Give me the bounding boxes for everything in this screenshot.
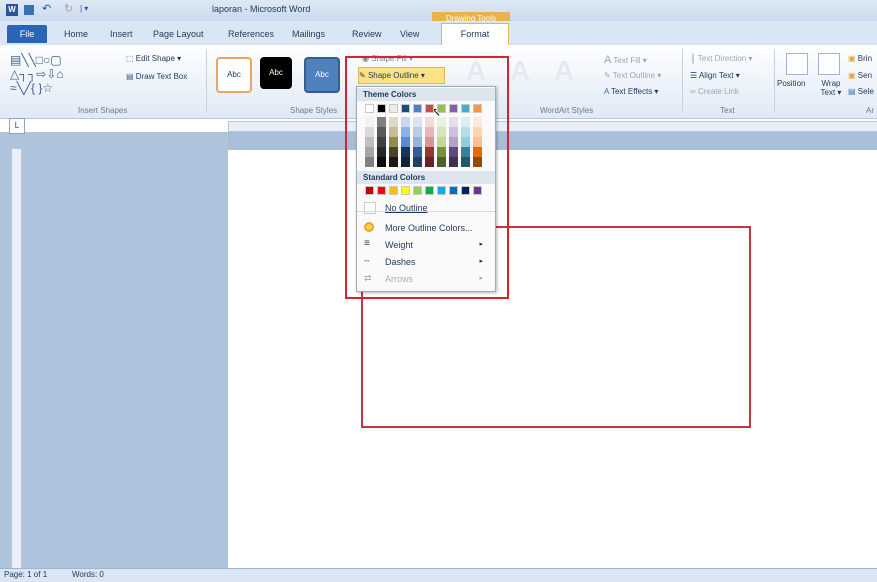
annotation-highlight-box (345, 56, 509, 299)
shapes-gallery[interactable]: ▤╲╲□○▢ △┐┐⇨⇩⌂ ≈╲╱{ }☆ (10, 53, 118, 97)
shape-style-sample-1[interactable]: Abc (216, 57, 252, 93)
undo-icon[interactable]: ↶ (42, 2, 51, 15)
tab-view[interactable]: View (400, 25, 419, 43)
horizontal-ruler[interactable] (228, 121, 877, 132)
edit-shape-icon: ⬚ (126, 54, 134, 63)
word-icon[interactable]: W (6, 4, 18, 16)
text-effects-icon: A (604, 87, 609, 96)
tab-file[interactable]: File (7, 25, 47, 43)
wordart-styles-label: WordArt Styles (540, 106, 594, 115)
link-icon: ∞ (690, 87, 696, 96)
position-button[interactable]: Position (777, 79, 805, 88)
text-box-icon: ▤ (126, 72, 134, 81)
send-backward-icon: ▣ (848, 71, 856, 80)
tab-format[interactable]: Format (441, 23, 509, 46)
wrap-text-icon (818, 53, 840, 75)
wordart-sample-3-icon[interactable]: A (554, 55, 574, 87)
draw-text-box-button[interactable]: ▤ Draw Text Box (126, 72, 187, 81)
word-count[interactable]: Words: 0 (72, 570, 104, 579)
text-effects-button[interactable]: A Text Effects ▾ (604, 87, 658, 96)
ribbon-tab-bar: File Home Insert Page Layout References … (0, 21, 877, 46)
group-divider (206, 49, 207, 113)
tab-home[interactable]: Home (64, 25, 88, 43)
shape-style-sample-3[interactable]: Abc (304, 57, 340, 93)
arrange-group-label: Ar (866, 106, 874, 115)
edit-shape-button[interactable]: ⬚ Edit Shape ▾ (126, 54, 181, 63)
group-divider (774, 49, 775, 113)
tab-references[interactable]: References (228, 25, 274, 43)
tab-page-layout[interactable]: Page Layout (153, 25, 204, 43)
shape-icons-row3: ≈╲╱{ }☆ (10, 81, 54, 95)
text-fill-button[interactable]: A Text Fill ▾ (604, 54, 647, 66)
text-fill-icon: A (604, 54, 612, 66)
redo-icon[interactable]: ↻ (64, 2, 73, 15)
status-bar: Page: 1 of 1 Words: 0 (0, 568, 877, 582)
save-icon[interactable] (24, 5, 34, 15)
shape-style-sample-2[interactable]: Abc (260, 57, 292, 89)
align-text-button[interactable]: ☰ Align Text ▾ (690, 71, 740, 80)
text-group-label: Text (720, 106, 735, 115)
document-margin-area (0, 132, 228, 568)
tab-insert[interactable]: Insert (110, 25, 133, 43)
text-outline-icon: ✎ (604, 71, 611, 80)
shape-icons-row2: △┐┐⇨⇩⌂ (10, 67, 64, 81)
insert-shapes-label: Insert Shapes (78, 106, 128, 115)
create-link-button[interactable]: ∞ Create Link (690, 87, 739, 96)
text-outline-button[interactable]: ✎ Text Outline ▾ (604, 71, 661, 80)
position-icon (786, 53, 808, 75)
group-divider (682, 49, 683, 113)
shape-icons-row1: ▤╲╲□○▢ (10, 53, 62, 67)
selection-pane-icon: ▤ (848, 87, 856, 96)
shape-styles-label: Shape Styles (290, 106, 338, 115)
window-title: laporan - Microsoft Word (212, 4, 311, 14)
align-text-icon: ☰ (690, 71, 698, 80)
selection-pane-button[interactable]: ▤ Sele (848, 87, 874, 96)
tab-review[interactable]: Review (352, 25, 382, 43)
vertical-ruler[interactable] (11, 148, 22, 570)
tab-mailings[interactable]: Mailings (292, 25, 325, 43)
wordart-sample-2-icon[interactable]: A (510, 55, 530, 87)
text-direction-icon: ║ (690, 54, 696, 63)
customize-qat-icon[interactable]: | ▾ (80, 4, 88, 13)
bring-forward-button[interactable]: ▣ Brin (848, 54, 872, 63)
tab-selector-icon[interactable]: L (9, 118, 25, 134)
text-direction-button[interactable]: ║ Text Direction ▾ (690, 54, 752, 63)
bring-forward-icon: ▣ (848, 54, 856, 63)
send-backward-button[interactable]: ▣ Sen (848, 71, 872, 80)
wrap-text-button[interactable]: Wrap Text ▾ (816, 79, 846, 97)
page-count[interactable]: Page: 1 of 1 (4, 570, 47, 579)
